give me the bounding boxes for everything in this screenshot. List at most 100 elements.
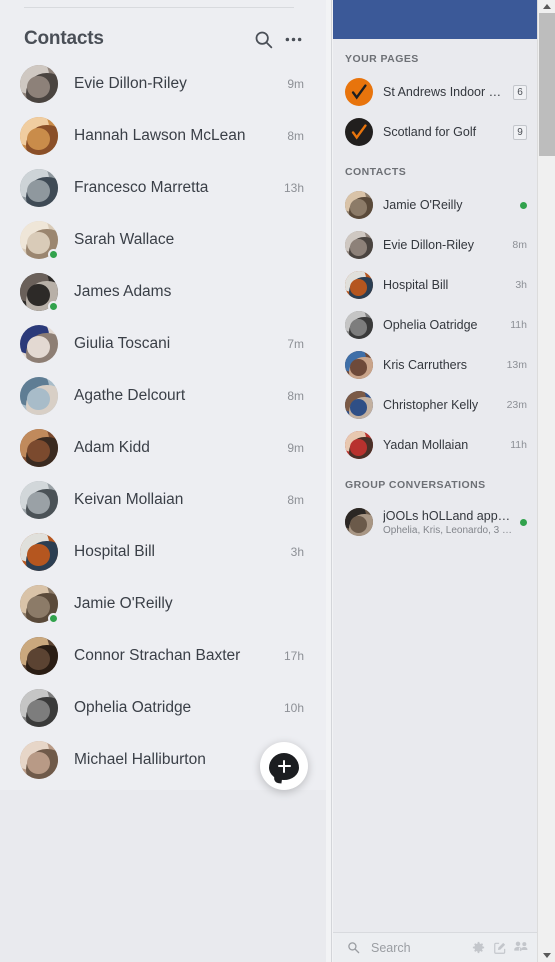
section-header-pages: YOUR PAGES — [345, 53, 419, 65]
online-status-indicator — [48, 249, 59, 260]
contact-timestamp: 3h — [290, 545, 304, 559]
contact-name: Evie Dillon-Riley — [74, 75, 187, 92]
compose-icon[interactable] — [489, 937, 510, 958]
sidebar-contact-item[interactable]: Ophelia Oatridge 11h — [333, 305, 537, 345]
contact-timestamp: 8m — [512, 239, 527, 251]
group-conversation-item[interactable]: jOOLs hOLLand appr… Ophelia, Kris, Leonar… — [333, 498, 537, 546]
contact-list-item[interactable]: Hannah Lawson McLean 8m — [0, 110, 326, 162]
contacts-list[interactable]: Evie Dillon-Riley 9m Hannah Lawson McLean 8… — [0, 58, 326, 790]
page-list-item[interactable]: St Andrews Indoor Go… 6 — [333, 72, 537, 112]
sidebar-contacts-list[interactable]: Jamie O'Reilly Evie Dillon-Riley 8m Hospita… — [333, 185, 537, 465]
panel-border — [331, 0, 332, 962]
contact-timestamp: 11h — [510, 319, 527, 331]
avatar — [345, 191, 373, 219]
contact-timestamp: 8m — [287, 389, 304, 403]
contact-name: Connor Strachan Baxter — [74, 647, 241, 664]
unread-badge: 6 — [513, 84, 527, 100]
more-options-icon[interactable] — [278, 24, 308, 54]
contact-timestamp: 17h — [283, 649, 304, 663]
contact-name: Kris Carruthers — [383, 358, 468, 372]
online-status-indicator — [48, 613, 59, 624]
contact-name: Jamie O'Reilly — [383, 198, 463, 212]
contact-name: Keivan Mollaian — [74, 491, 184, 508]
avatar — [345, 391, 373, 419]
scrollbar-thumb[interactable] — [539, 13, 555, 156]
panel-divider — [24, 7, 294, 8]
gear-icon[interactable] — [468, 937, 489, 958]
search-icon[interactable] — [343, 937, 364, 958]
contact-timestamp: 8m — [287, 129, 304, 143]
contact-name: Ophelia Oatridge — [74, 699, 192, 716]
new-message-button[interactable] — [260, 742, 308, 790]
contact-name: Hannah Lawson McLean — [74, 127, 246, 144]
contact-name: Yadan Mollaian — [383, 438, 469, 452]
contact-timestamp: 9m — [287, 441, 304, 455]
scroll-up-arrow[interactable] — [538, 0, 555, 13]
avatar — [345, 431, 373, 459]
sidebar-footer: Search — [333, 932, 537, 962]
avatar — [20, 481, 58, 519]
contact-timestamp: 8m — [287, 493, 304, 507]
avatar — [20, 689, 58, 727]
contact-list-item[interactable]: Jamie O'Reilly — [0, 578, 326, 630]
contact-name: Sarah Wallace — [74, 231, 175, 248]
contact-name: Christopher Kelly — [383, 398, 479, 412]
avatar — [20, 273, 59, 312]
avatar — [345, 231, 373, 259]
sidebar-contact-item[interactable]: Hospital Bill 3h — [333, 265, 537, 305]
sidebar-contact-item[interactable]: Kris Carruthers 13m — [333, 345, 537, 385]
contact-list-item[interactable]: Giulia Toscani 7m — [0, 318, 326, 370]
search-input[interactable]: Search — [371, 941, 468, 955]
contact-name: James Adams — [74, 283, 172, 300]
sidebar-contact-item[interactable]: Christopher Kelly 23m — [333, 385, 537, 425]
add-people-icon[interactable] — [510, 937, 531, 958]
contact-list-item[interactable]: Ophelia Oatridge 10h — [0, 682, 326, 734]
avatar — [20, 221, 59, 260]
page-title: Contacts — [24, 28, 104, 49]
contact-list-item[interactable]: Agathe Delcourt 8m — [0, 370, 326, 422]
pages-list[interactable]: St Andrews Indoor Go… 6 Scotland for Golf 9 — [333, 72, 537, 152]
panel-empty-area — [0, 790, 326, 962]
page-list-item[interactable]: Scotland for Golf 9 — [333, 112, 537, 152]
unread-badge: 9 — [513, 124, 527, 140]
contact-name: Ophelia Oatridge — [383, 318, 478, 332]
avatar — [20, 117, 58, 155]
avatar — [20, 325, 58, 363]
contact-list-item[interactable]: Keivan Mollaian 8m — [0, 474, 326, 526]
contact-list-item[interactable]: James Adams — [0, 266, 326, 318]
avatar — [20, 585, 59, 624]
contact-timestamp: 13m — [506, 359, 527, 371]
sidebar-contact-item[interactable]: Evie Dillon-Riley 8m — [333, 225, 537, 265]
section-header-groups: GROUP CONVERSATIONS — [345, 479, 486, 491]
avatar — [345, 351, 373, 379]
online-status-indicator — [520, 201, 527, 209]
avatar — [20, 65, 58, 103]
page-name: Scotland for Golf — [383, 125, 477, 139]
page-name: St Andrews Indoor Go… — [383, 85, 507, 99]
page-logo-checkmark-icon — [345, 78, 373, 106]
group-text-block: jOOLs hOLLand appr… Ophelia, Kris, Leonar… — [383, 509, 514, 536]
contact-timestamp: 13h — [283, 181, 304, 195]
contact-timestamp: 7m — [287, 337, 304, 351]
search-icon[interactable] — [248, 24, 278, 54]
contact-list-item[interactable]: Evie Dillon-Riley 9m — [0, 58, 326, 110]
contact-list-item[interactable]: Sarah Wallace — [0, 214, 326, 266]
group-conversations-list[interactable]: jOOLs hOLLand appr… Ophelia, Kris, Leonar… — [333, 498, 537, 546]
chat-bubble-icon — [269, 752, 299, 780]
contact-timestamp: 23m — [506, 399, 527, 411]
avatar — [345, 271, 373, 299]
contact-list-item[interactable]: Hospital Bill 3h — [0, 526, 326, 578]
sidebar-contact-item[interactable]: Jamie O'Reilly — [333, 185, 537, 225]
contact-list-item[interactable]: Connor Strachan Baxter 17h — [0, 630, 326, 682]
contact-list-item[interactable]: Adam Kidd 9m — [0, 422, 326, 474]
sidebar-scroll-area[interactable]: YOUR PAGES St Andrews Indoor Go… 6 Scotlan… — [333, 39, 537, 935]
avatar — [20, 169, 58, 207]
avatar — [345, 508, 373, 536]
window-scrollbar[interactable] — [537, 0, 555, 962]
contact-name: Evie Dillon-Riley — [383, 238, 474, 252]
group-title: jOOLs hOLLand appr… — [383, 508, 514, 523]
contact-list-item[interactable]: Francesco Marretta 13h — [0, 162, 326, 214]
section-header-contacts: CONTACTS — [345, 166, 407, 178]
sidebar-contact-item[interactable]: Yadan Mollaian 11h — [333, 425, 537, 465]
scroll-down-arrow[interactable] — [538, 949, 555, 962]
